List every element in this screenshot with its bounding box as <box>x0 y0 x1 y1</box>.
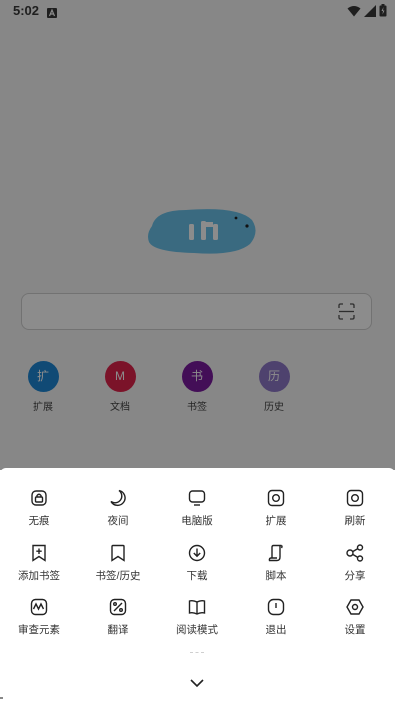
menu-item-add-bookmark[interactable]: 添加书签 <box>3 544 75 583</box>
settings-icon <box>346 598 364 616</box>
menu-item-label: 阅读模式 <box>176 624 218 636</box>
menu-item-reading-mode[interactable]: 阅读模式 <box>161 598 233 637</box>
menu-item-label: 扩展 <box>265 515 287 527</box>
bottom-edge-mark <box>0 697 3 699</box>
dim-overlay[interactable] <box>0 0 395 470</box>
menu-item-label: 脚本 <box>265 570 287 582</box>
menu-item-extensions[interactable]: 扩展 <box>240 489 312 528</box>
power-icon <box>267 598 285 616</box>
menu-item-download[interactable]: 下载 <box>161 544 233 583</box>
menu-item-label: 电脑版 <box>181 515 213 527</box>
menu-item-label: 下载 <box>186 570 208 582</box>
menu-item-translate[interactable]: 翻译 <box>82 598 154 637</box>
menu-item-label: 添加书签 <box>18 570 60 582</box>
menu-sheet: 无痕 夜间 电脑版 扩展 刷新 添加书签 书签/历史 下载 脚本 分享 审查元素… <box>0 468 395 702</box>
menu-item-settings[interactable]: 设置 <box>319 598 391 637</box>
menu-item-night[interactable]: 夜间 <box>82 489 154 528</box>
menu-item-label: 刷新 <box>344 515 366 527</box>
refresh-icon <box>346 489 364 507</box>
menu-item-exit[interactable]: 退出 <box>240 598 312 637</box>
incognito-lock-icon <box>30 489 48 507</box>
menu-item-inspect[interactable]: 审查元素 <box>3 598 75 637</box>
menu-item-label: 无痕 <box>28 515 50 527</box>
chevron-down-icon[interactable] <box>189 676 205 688</box>
menu-item-label: 退出 <box>265 624 287 636</box>
translate-icon <box>109 598 127 616</box>
moon-icon <box>109 489 127 507</box>
menu-item-label: 翻译 <box>107 624 129 636</box>
share-icon <box>346 544 364 562</box>
extension-icon <box>267 489 285 507</box>
menu-item-desktop[interactable]: 电脑版 <box>161 489 233 528</box>
inspect-icon <box>30 598 48 616</box>
menu-item-label: 审查元素 <box>18 624 60 636</box>
page-indicator <box>190 652 204 654</box>
menu-item-refresh[interactable]: 刷新 <box>319 489 391 528</box>
menu-item-incognito[interactable]: 无痕 <box>3 489 75 528</box>
menu-item-share[interactable]: 分享 <box>319 544 391 583</box>
download-icon <box>188 544 206 562</box>
menu-item-label: 设置 <box>344 624 366 636</box>
menu-item-label: 书签/历史 <box>95 570 141 582</box>
script-icon <box>267 544 285 562</box>
menu-item-bookmarks-history[interactable]: 书签/历史 <box>82 544 154 583</box>
bookmark-icon <box>109 544 127 562</box>
add-bookmark-icon <box>30 544 48 562</box>
desktop-icon <box>188 489 206 507</box>
menu-item-label: 夜间 <box>107 515 129 527</box>
menu-item-label: 分享 <box>344 570 366 582</box>
book-icon <box>188 598 206 616</box>
menu-item-script[interactable]: 脚本 <box>240 544 312 583</box>
